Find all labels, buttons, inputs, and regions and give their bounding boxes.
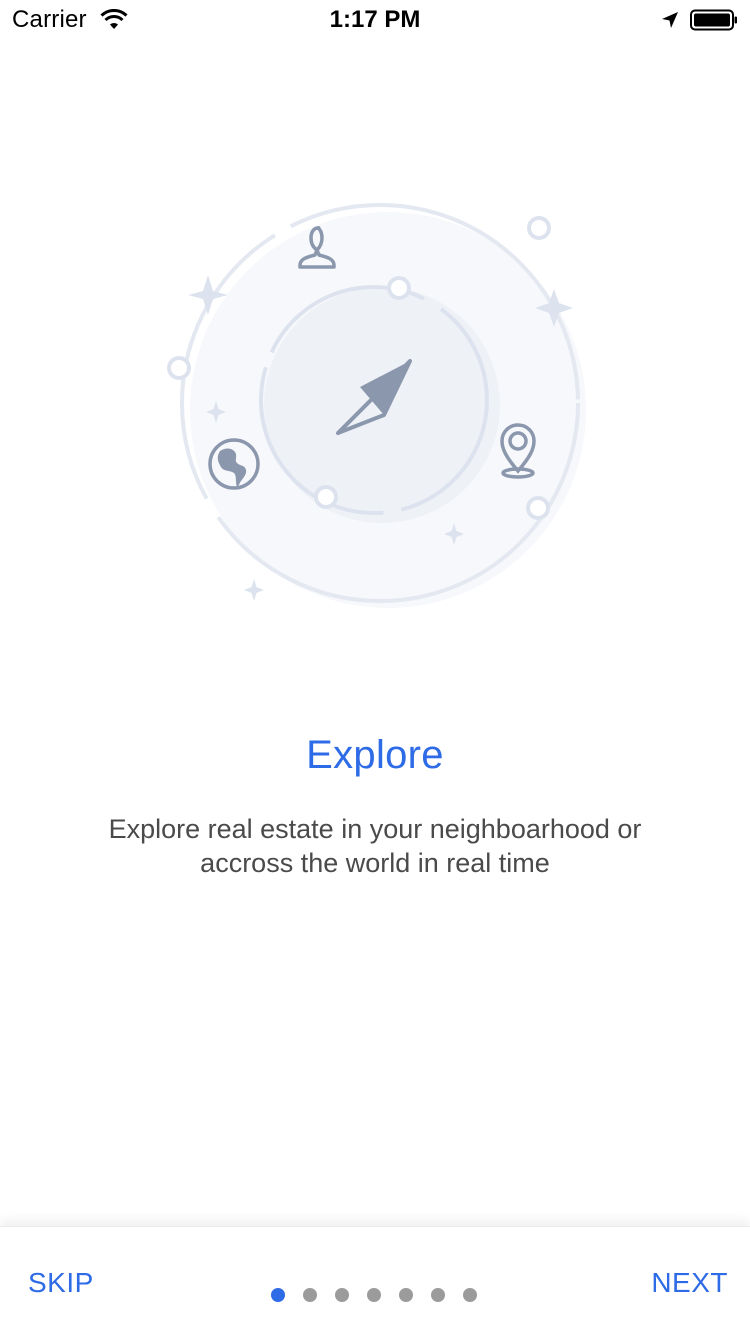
- description-line: accross the world in real time: [200, 848, 550, 878]
- page-indicator[interactable]: [271, 1288, 477, 1302]
- page-dot[interactable]: [335, 1288, 349, 1302]
- location-arrow-icon: [662, 12, 678, 28]
- page-dot[interactable]: [431, 1288, 445, 1302]
- onboarding-description: Explore real estate in your neighboarhoo…: [75, 812, 675, 880]
- battery-icon: [690, 9, 737, 31]
- onboarding-footer: SKIP NEXT: [0, 1226, 750, 1334]
- explore-illustration: [167, 203, 586, 608]
- page-dot[interactable]: [303, 1288, 317, 1302]
- page-dot[interactable]: [271, 1288, 285, 1302]
- skip-button[interactable]: SKIP: [28, 1267, 94, 1299]
- onboarding-title: Explore: [306, 733, 444, 777]
- status-bar: Carrier 1:17 PM: [0, 0, 750, 40]
- page-dot[interactable]: [367, 1288, 381, 1302]
- onboarding-screen: Carrier 1:17 PM Explore Explore real est…: [0, 0, 750, 1334]
- next-button[interactable]: NEXT: [651, 1267, 728, 1299]
- description-line: Explore real estate in your neighboarhoo…: [108, 814, 642, 844]
- page-dot[interactable]: [399, 1288, 413, 1302]
- status-time: 1:17 PM: [329, 6, 421, 33]
- page-dot[interactable]: [463, 1288, 477, 1302]
